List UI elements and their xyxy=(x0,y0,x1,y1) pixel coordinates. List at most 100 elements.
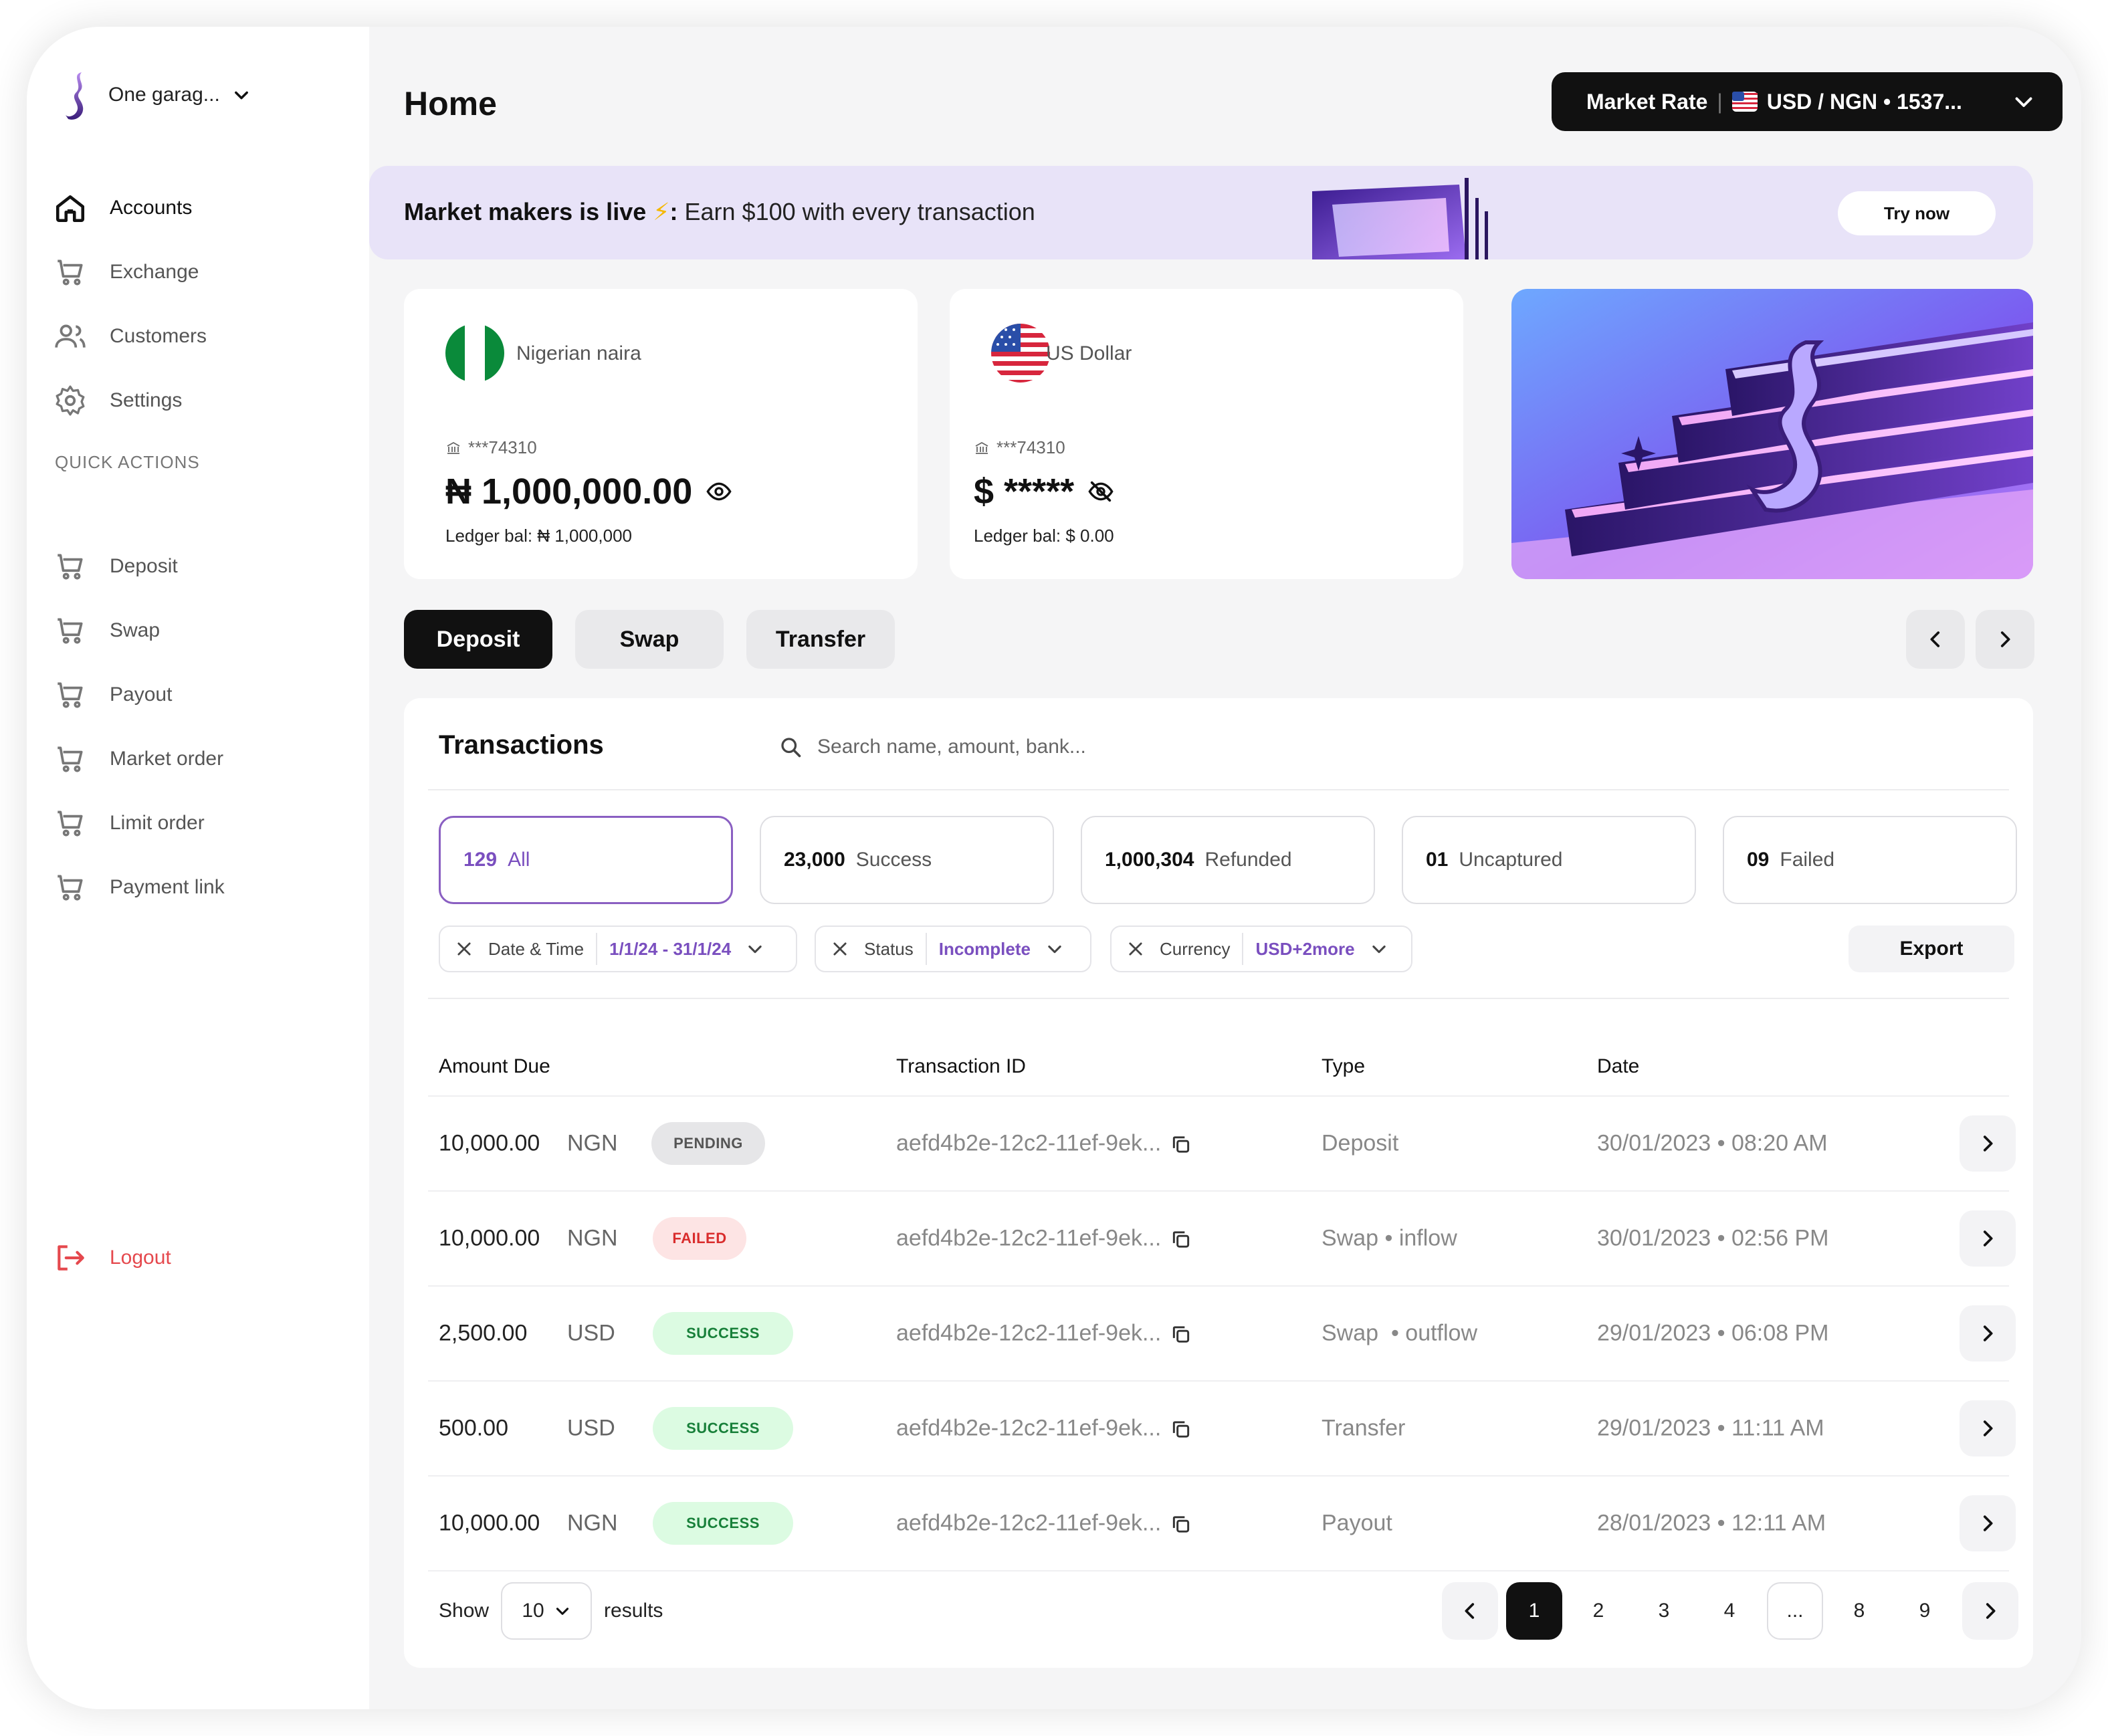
tab-transfer[interactable]: Transfer xyxy=(746,610,895,669)
banner-title: Market makers is live xyxy=(404,198,647,225)
close-icon[interactable] xyxy=(1126,940,1145,958)
copy-icon[interactable] xyxy=(1170,1134,1192,1156)
account-card-usd[interactable]: US Dollar ***74310 $ ***** Ledger bal: $… xyxy=(950,289,1463,579)
chevron-left-icon xyxy=(1465,1603,1475,1619)
transaction-id: aefd4b2e-12c2-11ef-9ek... xyxy=(896,1131,1192,1157)
filter-status[interactable]: Status Incomplete xyxy=(815,926,1091,972)
copy-icon[interactable] xyxy=(1170,1229,1192,1251)
chevron-down-icon xyxy=(1048,945,1061,954)
market-rate-dropdown[interactable]: Market Rate | USD / NGN • 1537... xyxy=(1552,72,2063,131)
quick-action-payment-link[interactable]: Payment link xyxy=(54,871,225,904)
quick-action-payout[interactable]: Payout xyxy=(54,678,172,712)
quick-action-swap[interactable]: Swap xyxy=(54,614,160,647)
sidebar-item-settings[interactable]: Settings xyxy=(54,384,182,417)
page-button[interactable]: 1 xyxy=(1506,1582,1562,1640)
search-input[interactable] xyxy=(817,736,1887,758)
tab-swap[interactable]: Swap xyxy=(575,610,724,669)
account-card-ngn[interactable]: Nigerian naira ***74310 ₦ 1,000,000.00 L… xyxy=(404,289,918,579)
transaction-id-value: aefd4b2e-12c2-11ef-9ek... xyxy=(896,1225,1162,1251)
eye-icon[interactable] xyxy=(706,478,732,505)
ledger-balance: Ledger bal: ₦ 1,000,000 xyxy=(445,526,632,546)
page-ellipsis[interactable]: ... xyxy=(1767,1582,1823,1640)
close-icon[interactable] xyxy=(831,940,849,958)
sidebar-item-accounts[interactable]: Accounts xyxy=(54,191,192,225)
close-icon[interactable] xyxy=(455,940,473,958)
page-button[interactable]: 3 xyxy=(1636,1582,1692,1640)
copy-icon[interactable] xyxy=(1170,1324,1192,1345)
chevron-right-icon xyxy=(1983,1325,1993,1341)
currency-name: US Dollar xyxy=(1046,342,1132,364)
filter-separator xyxy=(1242,933,1244,965)
row-details-button[interactable] xyxy=(1960,1210,2016,1267)
transaction-date: 29/01/2023 • 11:11 AM xyxy=(1597,1415,1824,1441)
table-row[interactable]: 10,000.00 NGN PENDING aefd4b2e-12c2-11ef… xyxy=(428,1097,2016,1190)
account-number-value: ***74310 xyxy=(468,437,537,457)
transaction-id: aefd4b2e-12c2-11ef-9ek... xyxy=(896,1416,1192,1442)
chevron-down-icon xyxy=(234,91,248,100)
page-button[interactable]: 8 xyxy=(1831,1582,1887,1640)
tab-deposit[interactable]: Deposit xyxy=(404,610,552,669)
row-details-button[interactable] xyxy=(1960,1400,2016,1456)
stat-label: All xyxy=(508,849,530,871)
table-row[interactable]: 2,500.00 USD SUCCESS aefd4b2e-12c2-11ef-… xyxy=(428,1287,2016,1380)
bank-icon xyxy=(447,441,460,454)
cart-icon xyxy=(58,810,83,837)
stat-uncaptured[interactable]: 01 Uncaptured xyxy=(1402,816,1696,904)
sidebar-item-exchange[interactable]: Exchange xyxy=(54,255,199,289)
nigeria-flag-icon xyxy=(445,324,504,383)
stat-count: 129 xyxy=(463,849,498,871)
quick-action-label: Deposit xyxy=(110,555,178,577)
logout-button[interactable]: Logout xyxy=(54,1241,171,1275)
cart-icon xyxy=(58,746,83,772)
org-switcher[interactable]: One garag... xyxy=(56,68,251,122)
filter-currency[interactable]: Currency USD+2more xyxy=(1110,926,1412,972)
row-details-button[interactable] xyxy=(1960,1495,2016,1551)
header-divider xyxy=(428,789,2009,790)
try-now-button[interactable]: Try now xyxy=(1838,191,1996,235)
search-bar[interactable] xyxy=(778,730,1969,764)
carousel-next-button[interactable] xyxy=(1976,610,2034,669)
table-row[interactable]: 500.00 USD SUCCESS aefd4b2e-12c2-11ef-9e… xyxy=(428,1382,2016,1475)
copy-icon[interactable] xyxy=(1170,1514,1192,1535)
transaction-type: Deposit xyxy=(1322,1130,1399,1156)
carousel-prev-button[interactable] xyxy=(1906,610,1965,669)
quick-action-limit-order[interactable]: Limit order xyxy=(54,806,205,840)
sidebar-item-customers[interactable]: Customers xyxy=(54,320,207,353)
table-row[interactable]: 10,000.00 NGN SUCCESS aefd4b2e-12c2-11ef… xyxy=(428,1477,2016,1570)
quick-action-market-order[interactable]: Market order xyxy=(54,742,223,776)
page-button[interactable]: 4 xyxy=(1701,1582,1758,1640)
transaction-id: aefd4b2e-12c2-11ef-9ek... xyxy=(896,1321,1192,1347)
stat-success[interactable]: 23,000 Success xyxy=(760,816,1054,904)
filter-date-time[interactable]: Date & Time 1/1/24 - 31/1/24 xyxy=(439,926,797,972)
row-details-button[interactable] xyxy=(1960,1115,2016,1172)
currency: NGN xyxy=(567,1510,618,1536)
balance-value: ₦ 1,000,000.00 xyxy=(445,471,693,512)
stat-refunded[interactable]: 1,000,304 Refunded xyxy=(1081,816,1375,904)
page-size-value: 10 xyxy=(522,1600,544,1622)
page-size-select[interactable]: 10 xyxy=(501,1582,593,1640)
transaction-id: aefd4b2e-12c2-11ef-9ek... xyxy=(896,1511,1192,1537)
eye-off-icon[interactable] xyxy=(1087,478,1114,505)
status-badge: FAILED xyxy=(653,1217,746,1260)
amount: 2,500.00 xyxy=(439,1320,528,1346)
show-label: Show xyxy=(439,1600,490,1622)
us-flag-icon xyxy=(1731,92,1758,112)
stat-failed[interactable]: 09 Failed xyxy=(1723,816,2017,904)
table-row[interactable]: 10,000.00 NGN FAILED aefd4b2e-12c2-11ef-… xyxy=(428,1192,2016,1285)
banner-colon: : xyxy=(669,198,678,225)
filter-separator xyxy=(596,933,598,965)
column-header-amount: Amount Due xyxy=(439,1055,550,1077)
filter-value: 1/1/24 - 31/1/24 xyxy=(609,938,732,959)
account-number-value: ***74310 xyxy=(996,437,1065,457)
row-details-button[interactable] xyxy=(1960,1305,2016,1362)
chevron-right-icon xyxy=(1983,1515,1993,1531)
quick-action-deposit[interactable]: Deposit xyxy=(54,550,178,583)
copy-icon[interactable] xyxy=(1170,1419,1192,1440)
stat-all[interactable]: 129 All xyxy=(439,816,733,904)
page-button[interactable]: 9 xyxy=(1897,1582,1953,1640)
page-button[interactable]: 2 xyxy=(1570,1582,1626,1640)
quick-actions-heading: QUICK ACTIONS xyxy=(55,452,200,472)
pagination-prev-button[interactable] xyxy=(1442,1582,1498,1640)
pagination-next-button[interactable] xyxy=(1962,1582,2018,1640)
export-button[interactable]: Export xyxy=(1849,926,2014,972)
